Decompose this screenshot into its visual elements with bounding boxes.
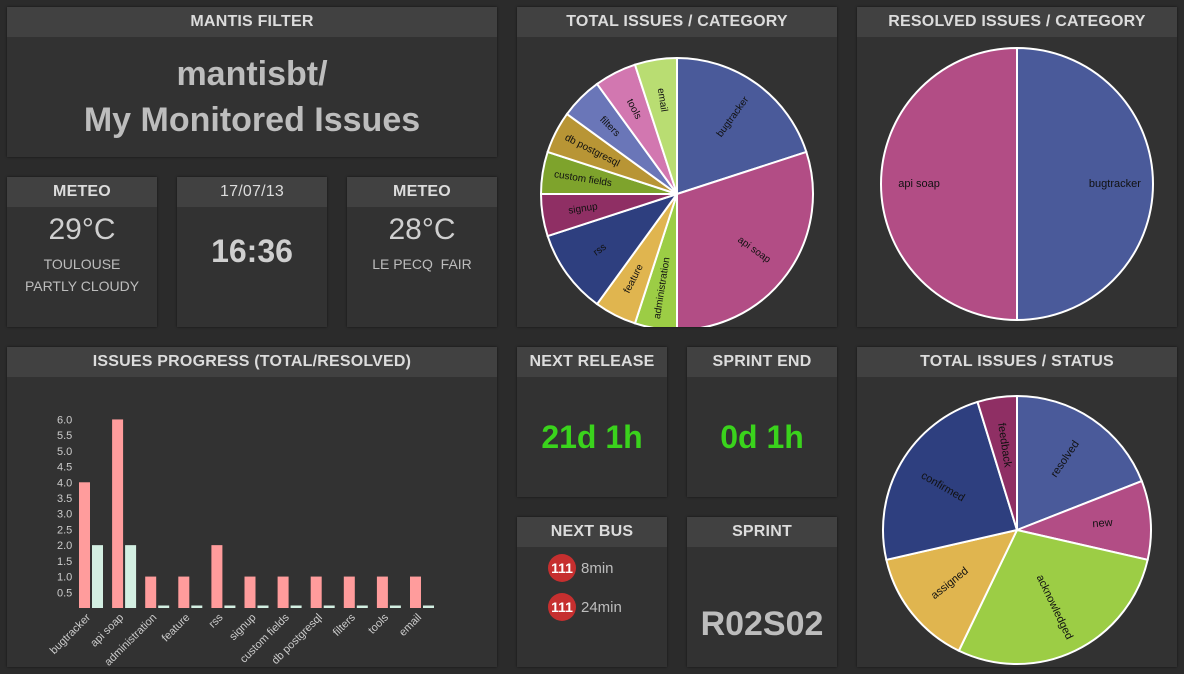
- issues-progress-chart: 0.5 1.0 1.5 2.0 2.5 3.0 3.5 4.0 4.5 5.0 5.5 6.0 bugt…: [48, 414, 434, 669]
- y-tick-label: 1.5: [57, 556, 72, 568]
- pie-label: new: [1092, 517, 1113, 530]
- next-release-countdown: 21d 1h: [541, 419, 643, 455]
- total-category-tile: TOTAL ISSUES / CATEGORY bugtracker api so…: [517, 7, 837, 332]
- mantis-filter-header: MANTIS FILTER: [7, 7, 497, 37]
- x-tick-label: tools: [366, 611, 391, 636]
- pie-label: bugtracker: [1089, 178, 1141, 190]
- x-tick-label: rss: [207, 611, 226, 630]
- mantis-filter-tile: MANTIS FILTER mantisbt/ My Monitored Iss…: [7, 7, 497, 157]
- sprint-id: R02S02: [700, 605, 824, 643]
- bar-resolved: [389, 605, 401, 608]
- bar-total: [376, 576, 388, 608]
- filter-line-2: My Monitored Issues: [83, 101, 421, 139]
- y-tick-label: 3.5: [57, 493, 72, 505]
- bar-resolved: [191, 605, 203, 608]
- y-tick-label: 2.0: [57, 540, 72, 552]
- y-tick-label: 4.5: [57, 462, 72, 474]
- bar-resolved: [158, 605, 170, 608]
- status-pie: resolvednewacknowledgedassignedconfirmed…: [882, 394, 1152, 665]
- filter-name: mantisbt/ My Monitored Issues: [7, 51, 497, 143]
- y-tick-label: 6.0: [57, 414, 72, 426]
- bar-total: [277, 576, 289, 608]
- y-tick-label: 2.5: [57, 524, 72, 536]
- x-tick-label: feature: [160, 612, 193, 645]
- pie-label: api soap: [898, 178, 940, 190]
- next-bus-header: NEXT BUS: [517, 517, 667, 547]
- date-header: 17/07/13: [177, 177, 327, 207]
- y-tick-label: 5.5: [57, 430, 72, 442]
- next-release-header: NEXT RELEASE: [517, 347, 667, 377]
- issues-progress-header: ISSUES PROGRESS (TOTAL/RESOLVED): [7, 347, 497, 377]
- x-tick-label: bugtracker: [48, 611, 93, 656]
- meteo-lepecq-tile: METEO 28°C LE PECQ FAIR: [347, 177, 497, 327]
- x-tick-label: signup: [227, 612, 258, 643]
- bar-total: [112, 419, 124, 608]
- y-tick-label: 1.0: [57, 572, 72, 584]
- resolved-category-pie: bugtracker api soap: [880, 46, 1154, 322]
- sprint-tile: SPRINT R02S02: [687, 517, 837, 667]
- bar-resolved: [356, 605, 368, 608]
- y-tick-label: 0.5: [57, 587, 72, 599]
- meteo-header: METEO: [7, 177, 157, 207]
- bar-resolved: [290, 605, 302, 608]
- sprint-end-countdown: 0d 1h: [720, 419, 804, 455]
- clock-time: 16:36: [211, 233, 293, 269]
- issues-progress-tile: ISSUES PROGRESS (TOTAL/RESOLVED) 0.5 1.0 1…: [7, 347, 497, 669]
- clock-tile: 17/07/13 16:36: [177, 177, 327, 327]
- bar-total: [79, 482, 90, 608]
- bar-resolved: [224, 605, 236, 608]
- bar-resolved: [323, 605, 335, 608]
- bar-resolved: [257, 605, 269, 608]
- sprint-end-tile: SPRINT END 0d 1h: [687, 347, 837, 497]
- resolved-category-tile: RESOLVED ISSUES / CATEGORY bugtracker api…: [857, 7, 1177, 327]
- bar-resolved: [92, 545, 103, 608]
- city: TOULOUSE: [43, 256, 121, 272]
- bus-wait-time: 8min: [581, 559, 614, 577]
- filter-line-1: mantisbt/: [176, 55, 328, 93]
- next-bus-tile: NEXT BUS 111 8min 111 24min: [517, 517, 667, 667]
- y-tick-label: 5.0: [57, 446, 72, 458]
- bar-total: [211, 545, 223, 608]
- status-header: TOTAL ISSUES / STATUS: [857, 347, 1177, 377]
- bar-total: [310, 576, 322, 608]
- y-tick-label: 4.0: [57, 477, 72, 489]
- sprint-end-header: SPRINT END: [687, 347, 837, 377]
- bar-total: [244, 576, 256, 608]
- next-release-tile: NEXT RELEASE 21d 1h: [517, 347, 667, 497]
- bus-line-badge: 111: [548, 554, 576, 582]
- bus-wait-time: 24min: [581, 598, 622, 616]
- bar-resolved: [125, 545, 137, 608]
- bus-departure: 111 24min: [548, 593, 667, 621]
- status-tile: TOTAL ISSUES / STATUS resolved new acknowl…: [857, 347, 1177, 667]
- bar-total: [410, 576, 421, 608]
- bus-line-badge: 111: [548, 593, 576, 621]
- total-category-header: TOTAL ISSUES / CATEGORY: [517, 7, 837, 37]
- bar-total: [145, 576, 157, 608]
- temperature: 29°C: [48, 213, 116, 246]
- total-category-pie: bugtrackerapi soapadministrationfeaturer…: [539, 56, 814, 332]
- x-tick-label: filters: [331, 611, 358, 638]
- y-tick-label: 3.0: [57, 509, 72, 521]
- city-condition: LE PECQ FAIR: [372, 256, 472, 272]
- weather-condition: PARTLY CLOUDY: [24, 278, 140, 294]
- x-tick-label: email: [397, 612, 424, 639]
- bar-total: [343, 576, 355, 608]
- temperature: 28°C: [388, 213, 456, 246]
- bar-resolved: [423, 605, 434, 608]
- resolved-category-header: RESOLVED ISSUES / CATEGORY: [857, 7, 1177, 37]
- sprint-header: SPRINT: [687, 517, 837, 547]
- meteo-toulouse-tile: METEO 29°C TOULOUSE PARTLY CLOUDY: [7, 177, 157, 327]
- bar-total: [178, 576, 190, 608]
- bus-departure: 111 8min: [548, 554, 667, 582]
- meteo-header: METEO: [347, 177, 497, 207]
